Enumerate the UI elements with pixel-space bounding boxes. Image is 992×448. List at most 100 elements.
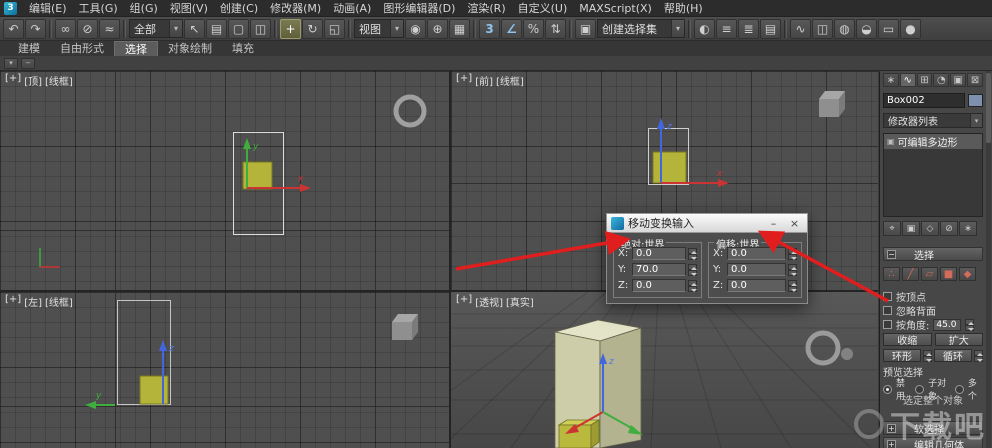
ribbon-tab-object-paint[interactable]: 对象绘制	[158, 41, 222, 56]
absolute-x-spinner[interactable]	[688, 247, 697, 260]
minimize-icon[interactable]: –	[765, 216, 782, 231]
loop-button[interactable]: 循环	[934, 349, 972, 363]
snap-toggle-3d-icon[interactable]: 3	[479, 18, 500, 39]
polygon-mode-icon[interactable]: ■	[940, 267, 957, 281]
viewport-top[interactable]: [+] [顶] [线框] y x	[0, 71, 449, 290]
material-editor-icon[interactable]: ◍	[834, 18, 855, 39]
named-selection-sets-icon[interactable]: ▣	[575, 18, 596, 39]
rollout-edit-geometry-header[interactable]: + 编辑几何体	[883, 437, 983, 448]
viewport-menu-view[interactable]: [左]	[24, 294, 42, 309]
border-mode-icon[interactable]: ▱	[921, 267, 938, 281]
menu-edit[interactable]: 编辑(E)	[23, 0, 73, 16]
object-name-field[interactable]: Box002	[883, 93, 965, 108]
select-and-rotate-icon[interactable]: ↻	[302, 18, 323, 39]
select-object-icon[interactable]: ↖	[184, 18, 205, 39]
tab-create-icon[interactable]: ∗	[883, 73, 899, 87]
viewport-menu-plus[interactable]: [+]	[5, 294, 21, 309]
tab-display-icon[interactable]: ▣	[950, 73, 967, 87]
menu-rendering[interactable]: 渲染(R)	[461, 0, 511, 16]
ribbon-tab-selection[interactable]: 选择	[114, 41, 158, 56]
viewport-menu-plus[interactable]: [+]	[5, 73, 21, 88]
spinner-snap-icon[interactable]: ⇅	[545, 18, 566, 39]
angle-spinner[interactable]	[965, 318, 975, 331]
curve-editor-icon[interactable]: ∿	[790, 18, 811, 39]
named-selection-dropdown[interactable]: 创建选择集 ▾	[597, 19, 685, 38]
menu-help[interactable]: 帮助(H)	[658, 0, 709, 16]
dialog-title-bar[interactable]: 移动变换输入 – ×	[606, 213, 808, 233]
viewport-menu-view[interactable]: [顶]	[24, 73, 42, 88]
ribbon-toggle-icon[interactable]: ▤	[760, 18, 781, 39]
angle-snap-icon[interactable]: ∠	[501, 18, 522, 39]
ribbon-options-icon[interactable]: −	[21, 57, 35, 69]
align-icon[interactable]: ≡	[716, 18, 737, 39]
select-by-name-icon[interactable]: ▤	[206, 18, 227, 39]
offset-z-spinner[interactable]	[788, 279, 797, 292]
viewport-menu-plus[interactable]: [+]	[456, 73, 472, 88]
select-and-scale-icon[interactable]: ◱	[324, 18, 345, 39]
render-setup-icon[interactable]: ◒	[856, 18, 877, 39]
collapse-icon[interactable]: −	[887, 249, 896, 259]
mirror-icon[interactable]: ◐	[694, 18, 715, 39]
modifier-list-dropdown[interactable]: 修改器列表 ▾	[883, 113, 983, 128]
tab-modify-icon[interactable]: ∿	[899, 73, 916, 87]
rollout-soft-selection-header[interactable]: + 软选择	[883, 421, 983, 436]
absolute-z-spinner[interactable]	[688, 279, 697, 292]
by-vertex-checkbox[interactable]	[883, 292, 892, 301]
ignore-backfacing-checkbox[interactable]	[883, 306, 892, 315]
pin-stack-icon[interactable]: ⌖	[883, 221, 901, 236]
object-color-swatch[interactable]	[968, 94, 983, 107]
select-and-move-icon[interactable]: +	[280, 18, 301, 39]
remove-modifier-icon[interactable]: ⊘	[940, 221, 958, 236]
tab-motion-icon[interactable]: ◔	[933, 73, 950, 87]
chevron-down-icon[interactable]: ▾	[671, 20, 684, 37]
offset-x-field[interactable]: 0.0	[727, 247, 786, 260]
expand-icon[interactable]: +	[887, 439, 896, 448]
offset-x-spinner[interactable]	[788, 247, 797, 260]
viewcube-icon[interactable]	[819, 91, 845, 117]
absolute-y-spinner[interactable]	[688, 263, 697, 276]
element-mode-icon[interactable]: ◆	[959, 267, 976, 281]
undo-icon[interactable]: ↶	[3, 18, 24, 39]
link-icon[interactable]: ∞	[55, 18, 76, 39]
ring-button[interactable]: 环形	[883, 349, 921, 363]
menu-views[interactable]: 视图(V)	[164, 0, 214, 16]
ribbon-tab-modeling[interactable]: 建模	[8, 41, 50, 56]
ribbon-minimize-icon[interactable]: ▾	[4, 57, 18, 69]
chevron-down-icon[interactable]: ▾	[970, 114, 982, 127]
command-panel-scrollbar[interactable]	[986, 71, 991, 448]
chevron-down-icon[interactable]: ▾	[390, 20, 403, 37]
expand-icon[interactable]: +	[887, 423, 896, 433]
offset-z-field[interactable]: 0.0	[727, 279, 786, 292]
configure-stack-icon[interactable]: ∗	[959, 221, 977, 236]
tab-hierarchy-icon[interactable]: ⊞	[916, 73, 933, 87]
rectangular-selection-icon[interactable]: ▢	[228, 18, 249, 39]
absolute-z-field[interactable]: 0.0	[632, 279, 686, 292]
menu-animation[interactable]: 动画(A)	[327, 0, 377, 16]
render-production-icon[interactable]: ●	[900, 18, 921, 39]
ribbon-tab-freeform[interactable]: 自由形式	[50, 41, 114, 56]
viewport-menu-view[interactable]: [透视]	[475, 294, 503, 309]
menu-create[interactable]: 创建(C)	[214, 0, 264, 16]
reference-coordinate-dropdown[interactable]: 视图 ▾	[354, 19, 404, 38]
stack-item-editable-poly[interactable]: ▣ 可编辑多边形	[884, 134, 982, 149]
chevron-down-icon[interactable]: ▾	[169, 20, 182, 37]
viewport-menu-shading[interactable]: [线框]	[45, 294, 73, 309]
rollout-selection-header[interactable]: − 选择	[883, 247, 983, 262]
ring-spinner[interactable]	[923, 349, 932, 362]
menu-group[interactable]: 组(G)	[124, 0, 164, 16]
viewport-left[interactable]: [+] [左] [线框] z y	[0, 292, 449, 448]
window-crossing-icon[interactable]: ◫	[250, 18, 271, 39]
edge-mode-icon[interactable]: ╱	[902, 267, 919, 281]
redo-icon[interactable]: ↷	[25, 18, 46, 39]
modifier-stack[interactable]: ▣ 可编辑多边形	[883, 133, 983, 217]
tab-utilities-icon[interactable]: ⊠	[967, 73, 983, 87]
menu-maxscript[interactable]: MAXScript(X)	[573, 2, 658, 15]
viewcube-ring-icon[interactable]	[805, 330, 853, 366]
viewport-menu-view[interactable]: [前]	[475, 73, 493, 88]
absolute-x-field[interactable]: 0.0	[632, 247, 686, 260]
make-unique-icon[interactable]: ◇	[921, 221, 939, 236]
menu-tools[interactable]: 工具(G)	[73, 0, 124, 16]
close-icon[interactable]: ×	[786, 216, 803, 231]
offset-y-field[interactable]: 0.0	[727, 263, 786, 276]
viewcube-icon[interactable]	[392, 314, 418, 340]
